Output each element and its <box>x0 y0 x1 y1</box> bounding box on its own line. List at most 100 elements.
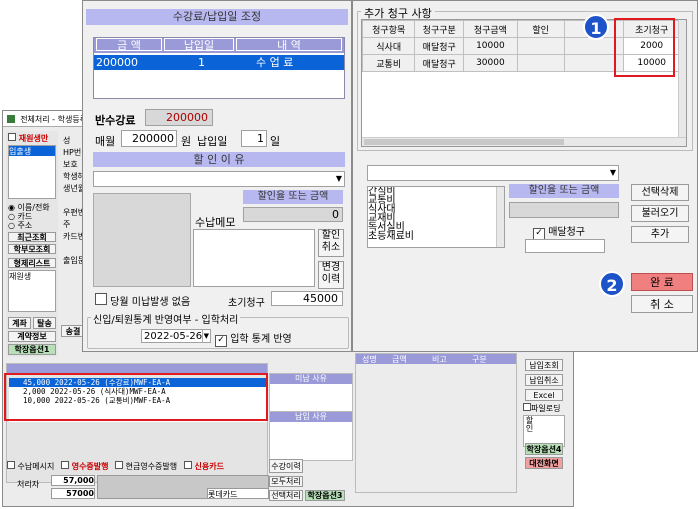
row-amount: 200000 <box>96 56 138 69</box>
date-dropdown-icon[interactable]: ▼ <box>201 330 209 343</box>
cell <box>516 37 565 55</box>
cell: 매달청구 <box>414 37 465 55</box>
memo-textarea[interactable] <box>193 229 315 287</box>
discount-rate-input[interactable]: 0 <box>243 207 343 222</box>
col-amount: 청구금액 <box>463 20 518 38</box>
change-history-button[interactable]: 변경 이력 <box>318 261 344 289</box>
tuition-table-header: 금 액 납입일 내 역 <box>94 38 344 53</box>
col-amount-header: 금 액 <box>96 38 162 52</box>
credit-card-checkbox[interactable]: 신용카드 <box>183 461 224 471</box>
add-button[interactable]: 추가 <box>631 226 689 243</box>
callout-2: 2 <box>599 271 625 297</box>
stats-checkbox[interactable]: ✓ 입학 통계 반영 <box>215 330 292 347</box>
bg-sidebar: 재원생만 입출생 ◉ 이름/전화 ○ 카드 ○ 주소 최근조회 학부모조회 형제… <box>6 131 58 357</box>
col-detail-header: 내 역 <box>236 38 342 52</box>
delete-selected-button[interactable]: 선택삭제 <box>631 184 689 201</box>
payday-label: 납입일 <box>197 135 228 148</box>
item-list-scrollbar[interactable] <box>496 187 504 247</box>
msg-checkbox[interactable]: 수납메시지 <box>7 461 54 471</box>
discount-reason-list[interactable] <box>93 193 191 287</box>
no-unpaid-checkbox[interactable]: 당월 미납발생 없음 <box>95 293 190 308</box>
scroll-thumb[interactable] <box>364 139 564 145</box>
row-detail: 수 업 료 <box>256 56 294 69</box>
col-note: 비고 <box>432 355 447 364</box>
radio-name-phone[interactable]: ◉ 이름/전화 <box>8 203 58 212</box>
complete-button[interactable]: 완 료 <box>631 273 693 291</box>
memo-label: 수납메모 <box>195 216 236 229</box>
ext-option4-button[interactable]: 학장옵션4 <box>525 443 563 455</box>
cell <box>516 54 565 72</box>
account-button[interactable]: 계좌 <box>8 317 31 329</box>
status-headers: 성명 금액 비고 구분 <box>356 354 516 364</box>
item-list[interactable]: 간식비 교통비 식사대 교재비 독서실비 초등재료비 <box>367 186 505 248</box>
col-type: 청구구분 <box>414 20 465 38</box>
discount-reason-select[interactable]: ▼ <box>93 171 345 187</box>
card-company-select[interactable]: 롯데카드 <box>207 488 269 499</box>
cell: 식사대 <box>361 37 416 55</box>
refund-label: 반수강료 <box>95 114 136 127</box>
monthly-charge-checkbox[interactable]: ✓ 매달청구 <box>533 223 585 240</box>
student-list[interactable]: 입출생 <box>8 145 56 199</box>
discount-cancel-button[interactable]: 할인 취소 <box>318 229 344 257</box>
course-history-button[interactable]: 수강이력 <box>269 459 303 473</box>
excel-button[interactable]: Excel <box>525 389 563 401</box>
dropdown-arrow-icon[interactable]: ▼ <box>336 174 342 183</box>
unpaid-reason-title: 미납 사유 <box>270 374 352 384</box>
tuition-highlight-box <box>4 373 268 421</box>
load-button[interactable]: 불러오기 <box>631 205 689 222</box>
dropdown-arrow-icon[interactable]: ▼ <box>610 168 616 177</box>
process-all-button[interactable]: 모두처리 <box>269 476 303 487</box>
cancel-button[interactable]: 취 소 <box>631 295 693 313</box>
payment-cancel-button[interactable]: 납입취소 <box>525 374 563 386</box>
tuition-table[interactable]: 금 액 납입일 내 역 200000 1 수 업 료 <box>93 37 345 99</box>
total-amount-2: 57000 <box>51 488 95 499</box>
tuition-adjust-dialog: 수강료/납입일 조정 금 액 납입일 내 역 200000 1 수 업 료 반수… <box>82 0 352 352</box>
list-item[interactable]: 초등재료비 <box>368 232 504 242</box>
monthly-amount-input[interactable]: 200000 <box>121 130 177 147</box>
parent-search-button[interactable]: 학부모조회 <box>8 244 56 254</box>
sibling-item[interactable]: 재원생 <box>9 271 55 282</box>
sibling-list[interactable]: 재원생 <box>8 270 56 312</box>
col-discount: 할인 <box>516 20 565 38</box>
student-list-selected[interactable]: 입출생 <box>9 146 55 156</box>
table-vertical-scrollbar[interactable] <box>678 20 686 138</box>
date-picker[interactable]: 2022-05-26 ▼ <box>141 329 211 343</box>
radio-card[interactable]: ○ 카드 <box>8 212 58 221</box>
tuition-table-row[interactable]: 200000 1 수 업 료 <box>94 55 344 70</box>
process-selected-button[interactable]: 선택처리 <box>269 490 303 501</box>
file-loading-checkbox[interactable]: 파일로딩 <box>523 403 567 413</box>
ext-option1-button[interactable]: 학장옵션1 <box>8 344 56 355</box>
table-horizontal-scrollbar[interactable] <box>362 137 686 146</box>
filter-enrolled-checkbox[interactable]: 재원생만 <box>8 133 58 143</box>
item-type-select[interactable]: ▼ <box>367 165 619 181</box>
discount-rate-input-right[interactable] <box>509 202 619 218</box>
radio-address[interactable]: ○ 주소 <box>8 221 58 230</box>
monthly-label: 매월 <box>95 135 116 148</box>
recent-search-button[interactable]: 최근조회 <box>8 232 56 242</box>
stats-label: 신입/퇴원통계 반영여부 - 입학처리 <box>91 311 241 326</box>
app-icon <box>7 115 15 123</box>
search-radio-group[interactable]: ◉ 이름/전화 ○ 카드 ○ 주소 <box>8 203 58 230</box>
cell: 30000 <box>463 54 518 72</box>
paid-reason-title: 납입 사유 <box>270 412 352 422</box>
sibling-list-button[interactable]: 형제리스트 <box>8 258 56 268</box>
cell: 교통비 <box>361 54 416 72</box>
ride-button[interactable]: 탈송 <box>33 317 56 329</box>
cash-receipt-checkbox[interactable]: 현금영수증발행 <box>115 461 177 471</box>
monthly-charge-input[interactable] <box>525 239 605 253</box>
main-screen-button[interactable]: 대전화면 <box>525 457 563 469</box>
contract-info-button[interactable]: 계약정보 <box>8 331 56 342</box>
col-name: 성명 <box>362 355 377 364</box>
discount-rate-label-right: 할인율 또는 금액 <box>509 184 619 198</box>
initial-bill-input[interactable]: 45000 <box>271 291 343 306</box>
receipt-checkbox[interactable]: 영수증발행 <box>60 461 109 471</box>
processor-label: 처리자 <box>17 480 40 489</box>
callout-1: 1 <box>583 14 609 40</box>
day-label: 일 <box>270 135 281 148</box>
ext-option3-button[interactable]: 학장옵션3 <box>305 490 345 501</box>
col-item: 청구항목 <box>361 20 416 38</box>
payday-input[interactable]: 1 <box>241 130 267 147</box>
discount-reason-title: 할 인 이 유 <box>93 152 345 167</box>
payment-query-button[interactable]: 납입조회 <box>525 359 563 371</box>
status-list[interactable]: 성명 금액 비고 구분 <box>355 353 517 493</box>
